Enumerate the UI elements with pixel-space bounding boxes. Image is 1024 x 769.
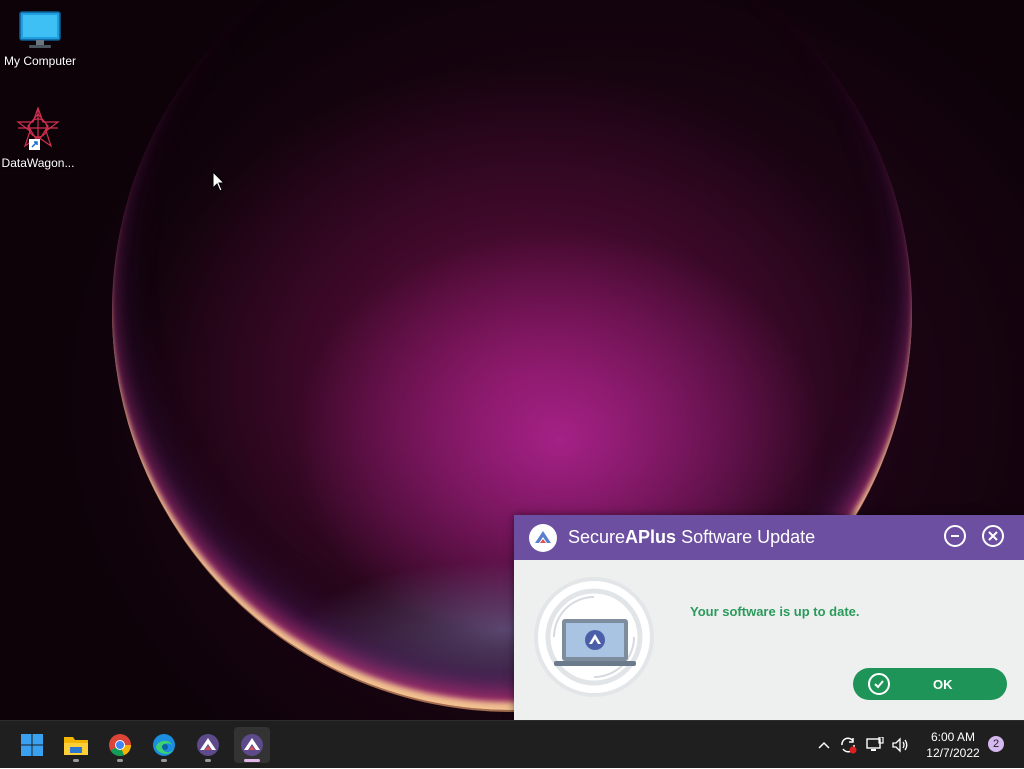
desktop-icon-label: My Computer — [3, 54, 77, 68]
start-button[interactable] — [14, 727, 50, 763]
taskbar-secureaplus[interactable] — [190, 727, 226, 763]
close-button[interactable] — [982, 525, 1004, 547]
secureaplus-logo-icon — [529, 523, 557, 552]
ok-button-label: OK — [933, 676, 953, 692]
running-indicator — [244, 759, 260, 762]
tray-clock[interactable]: 6:00 AM 12/7/2022 — [918, 729, 988, 761]
desktop-icon-my-computer[interactable]: My Computer — [0, 10, 80, 68]
taskbar-edge[interactable] — [146, 727, 182, 763]
dialog-title: SecureAPlus Software Update — [568, 527, 816, 547]
software-update-dialog: SecureAPlus Software Update Your softwar… — [514, 515, 1024, 720]
chrome-icon — [109, 734, 132, 757]
sync-alert-icon — [841, 737, 857, 754]
taskbar-chrome[interactable] — [102, 727, 138, 763]
network-icon — [866, 737, 884, 751]
clock-time: 6:00 AM — [930, 730, 976, 744]
file-explorer-icon — [64, 737, 88, 755]
mouse-cursor-icon — [212, 171, 226, 192]
dialog-titlebar[interactable]: SecureAPlus Software Update — [514, 515, 1024, 560]
status-message: Your software is up to date. — [690, 604, 860, 619]
ok-button[interactable]: OK — [853, 668, 1007, 700]
taskbar-file-explorer[interactable] — [58, 727, 94, 763]
secureaplus-update-icon — [241, 734, 263, 756]
checkmark-icon — [868, 673, 890, 695]
running-indicator — [117, 759, 123, 762]
windows-start-icon — [21, 734, 43, 756]
tray-sync[interactable] — [837, 721, 859, 769]
desktop-icon-datawagon[interactable]: DataWagon... — [0, 106, 78, 170]
tray-network[interactable] — [864, 721, 886, 769]
chevron-up-icon — [818, 741, 830, 749]
running-indicator — [205, 759, 211, 762]
show-hidden-icons-button[interactable] — [814, 721, 834, 769]
speaker-icon — [892, 737, 908, 753]
minus-icon — [951, 535, 959, 537]
secureaplus-icon — [197, 734, 219, 756]
monitor-icon — [19, 11, 61, 48]
datawagon-shortcut-icon — [16, 106, 60, 150]
taskbar-secureaplus-update[interactable] — [234, 727, 270, 763]
close-icon — [988, 531, 998, 541]
update-laptop-illustration-icon — [534, 577, 654, 697]
clock-date: 12/7/2022 — [926, 746, 980, 760]
taskbar: 6:00 AM 12/7/2022 2 — [0, 720, 1024, 768]
desktop-icon-label: DataWagon... — [1, 156, 75, 170]
tray-volume[interactable] — [889, 721, 911, 769]
edge-icon — [153, 734, 175, 756]
running-indicator — [73, 759, 79, 762]
notification-badge[interactable]: 2 — [988, 736, 1004, 752]
running-indicator — [161, 759, 167, 762]
minimize-button[interactable] — [944, 525, 966, 547]
